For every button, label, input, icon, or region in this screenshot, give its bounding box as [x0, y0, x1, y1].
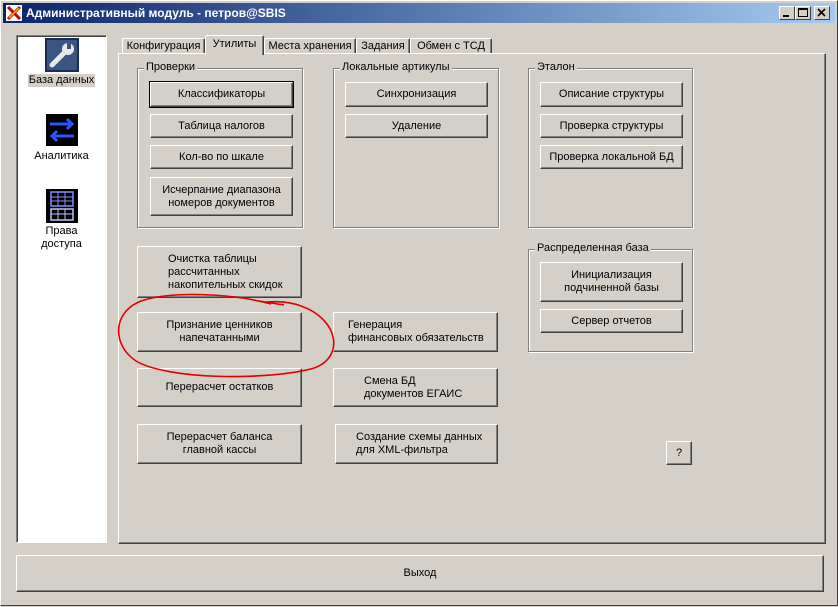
window-title: Административный модуль - петров@SBIS	[26, 6, 286, 20]
arrows-icon	[45, 114, 78, 146]
tab-tsd-exchange[interactable]: Обмен с ТСД	[410, 38, 492, 54]
sidebar-item-label: База данных	[27, 74, 96, 87]
sidebar-item-database[interactable]: База данных	[17, 38, 106, 87]
tax-table-button[interactable]: Таблица налогов	[150, 114, 293, 138]
close-icon	[817, 8, 826, 17]
tab-storage[interactable]: Места хранения	[264, 38, 356, 54]
scale-quantity-button[interactable]: Кол-во по шкале	[150, 145, 293, 169]
module-sidebar: База данных Аналитика Права доступа	[16, 35, 107, 543]
change-egais-db-button[interactable]: Смена БД документов ЕГАИС	[333, 368, 498, 407]
group-title: Эталон	[535, 61, 577, 73]
minimize-icon	[783, 15, 789, 17]
tab-jobs[interactable]: Задания	[356, 38, 410, 54]
app-tools-icon	[6, 5, 22, 21]
tab-label: Обмен с ТСД	[417, 40, 485, 52]
wrench-icon	[44, 38, 79, 72]
group-title: Проверки	[144, 61, 198, 73]
recalc-stock-button[interactable]: Перерасчет остатков	[137, 368, 302, 407]
tab-configuration[interactable]: Конфигурация	[122, 38, 205, 54]
tab-label: Конфигурация	[126, 40, 201, 52]
access-grid-icon	[45, 189, 78, 223]
structure-check-button[interactable]: Проверка структуры	[540, 114, 683, 138]
sidebar-item-label: Аналитика	[34, 150, 89, 162]
help-button[interactable]: ?	[666, 441, 692, 465]
sync-button[interactable]: Синхронизация	[345, 82, 488, 107]
tab-utilities[interactable]: Утилиты	[205, 35, 264, 55]
tab-label: Задания	[361, 40, 405, 52]
generate-obligations-button[interactable]: Генерация финансовых обязательств	[333, 312, 498, 352]
doc-range-exhaustion-button[interactable]: Исчерпание диапазона номеров документов	[150, 177, 293, 216]
local-db-check-button[interactable]: Проверка локальной БД	[540, 145, 683, 169]
clear-discounts-button[interactable]: Очистка таблицы рассчитанных накопительн…	[137, 246, 302, 298]
create-xml-schema-button[interactable]: Создание схемы данных для XML-фильтра	[335, 424, 498, 464]
structure-description-button[interactable]: Описание структуры	[540, 82, 683, 107]
group-title: Локальные артикулы	[340, 61, 452, 73]
sidebar-item-label: Права доступа	[41, 225, 82, 250]
close-button[interactable]	[814, 6, 830, 20]
classifiers-button[interactable]: Классификаторы	[150, 82, 293, 107]
init-subordinate-db-button[interactable]: Инициализация подчиненной базы	[540, 262, 683, 302]
sidebar-item-access[interactable]: Права доступа	[17, 189, 106, 251]
exit-button[interactable]: Выход	[16, 555, 824, 592]
main-window: Административный модуль - петров@SBIS Ба…	[0, 0, 838, 606]
recalc-cash-balance-button[interactable]: Перерасчет баланса главной кассы	[137, 424, 302, 464]
group-title: Распределенная база	[535, 242, 651, 254]
tab-label: Места хранения	[268, 40, 352, 52]
maximize-button[interactable]	[795, 6, 811, 20]
title-bar[interactable]: Административный модуль - петров@SBIS	[3, 3, 835, 23]
report-server-button[interactable]: Сервер отчетов	[540, 309, 683, 333]
delete-button[interactable]: Удаление	[345, 114, 488, 138]
minimize-button[interactable]	[779, 6, 795, 20]
maximize-icon	[798, 8, 808, 17]
tab-label: Утилиты	[212, 38, 257, 50]
mark-price-tags-printed-button[interactable]: Признание ценников напечатанными	[137, 312, 302, 352]
sidebar-item-analytics[interactable]: Аналитика	[17, 114, 106, 163]
